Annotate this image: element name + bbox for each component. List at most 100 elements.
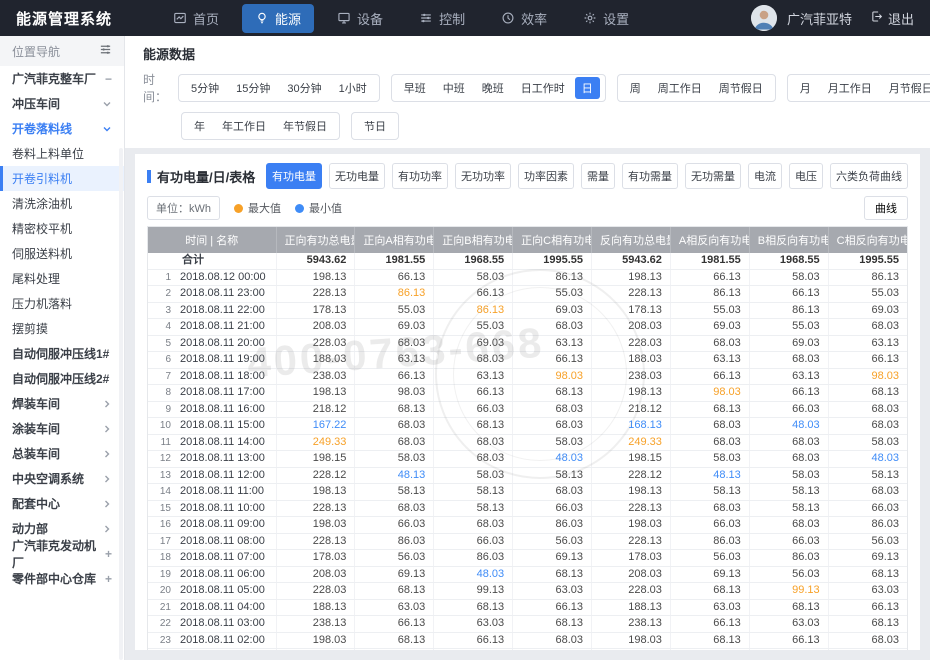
nav-item-efficiency[interactable]: 效率: [488, 4, 560, 33]
filter-option[interactable]: 周: [623, 77, 648, 99]
table-row: 82018.08.11 17:00198.1398.0366.1368.1319…: [148, 385, 907, 402]
value-cell: 63.13: [513, 335, 592, 352]
value-cell: 218.12: [592, 401, 671, 418]
location-sidebar: 位置导航 广汽菲克整车厂−冲压车间开卷落料线卷料上料单位开卷引料机清洗涂油机精密…: [0, 36, 125, 660]
nav-item-label: 设备: [357, 9, 383, 28]
time-cell: 152018.08.11 10:00: [148, 500, 276, 517]
sidebar-item-14[interactable]: 焊装车间: [0, 391, 124, 416]
sidebar-item-13[interactable]: 自动伺服冲压线2#: [0, 366, 124, 391]
filter-option[interactable]: 1小时: [332, 77, 374, 99]
filter-option[interactable]: 年节假日: [276, 115, 334, 137]
metric-button[interactable]: 无功功率: [455, 163, 511, 189]
sidebar-item-8[interactable]: 伺服送料机: [0, 241, 124, 266]
filter-option[interactable]: 周节假日: [712, 77, 770, 99]
row-number: 16: [156, 518, 171, 532]
nav-item-control[interactable]: 控制: [406, 4, 478, 33]
filter-option[interactable]: 月: [793, 77, 818, 99]
curve-button[interactable]: 曲线: [864, 196, 908, 220]
filter-option[interactable]: 节日: [357, 115, 393, 137]
sidebar-item-2[interactable]: 冲压车间: [0, 91, 124, 116]
filter-option[interactable]: 中班: [436, 77, 472, 99]
sidebar-item-12[interactable]: 自动伺服冲压线1#: [0, 341, 124, 366]
user-name[interactable]: 广汽菲亚特: [787, 9, 852, 28]
row-number: 21: [156, 601, 171, 615]
avatar[interactable]: [751, 5, 777, 31]
total-value-cell: 1981.55: [670, 253, 749, 269]
sidebar-item-1[interactable]: 广汽菲克整车厂−: [0, 66, 124, 91]
sidebar-item-label: 中央空调系统: [12, 470, 84, 487]
metric-button[interactable]: 无功电量: [329, 163, 385, 189]
filter-option[interactable]: 日: [575, 77, 600, 99]
sidebar-item-5[interactable]: 开卷引料机: [0, 166, 124, 191]
sidebar-item-4[interactable]: 卷料上料单位: [0, 141, 124, 166]
sidebar-scrollbar[interactable]: [119, 148, 123, 660]
sidebar-item-20[interactable]: 广汽菲克发动机厂+: [0, 541, 124, 566]
sidebar-item-9[interactable]: 尾料处理: [0, 266, 124, 291]
value-cell: 66.13: [434, 286, 513, 303]
filter-option[interactable]: 晚班: [475, 77, 511, 99]
sidebar-item-21[interactable]: 零件部中心仓库+: [0, 566, 124, 591]
value-cell: 58.13: [434, 500, 513, 517]
table-row: 182018.08.11 07:00178.0356.0386.0369.131…: [148, 550, 907, 567]
value-cell: 68.03: [828, 484, 907, 501]
metric-button[interactable]: 电流: [748, 163, 782, 189]
sidebar-item-7[interactable]: 精密校平机: [0, 216, 124, 241]
value-cell: 69.03: [670, 319, 749, 336]
value-cell: 66.13: [749, 385, 828, 402]
column-header: 正向C相有功电量: [513, 227, 592, 253]
time-cell: 232018.08.11 02:00: [148, 632, 276, 649]
row-number: 14: [156, 485, 171, 499]
filter-option[interactable]: 30分钟: [280, 77, 328, 99]
row-number: 5: [156, 337, 171, 351]
filter-option[interactable]: 月工作日: [821, 77, 879, 99]
filter-option[interactable]: 5分钟: [184, 77, 226, 99]
sidebar-tree: 广汽菲克整车厂−冲压车间开卷落料线卷料上料单位开卷引料机清洗涂油机精密校平机伺服…: [0, 66, 124, 591]
table-row: 142018.08.11 11:00198.1358.1358.1368.031…: [148, 484, 907, 501]
row-time: 2018.08.11 15:00: [180, 419, 265, 431]
value-cell: 68.03: [828, 319, 907, 336]
nav-item-energy[interactable]: 能源: [242, 4, 314, 33]
sidebar-item-6[interactable]: 清洗涂油机: [0, 191, 124, 216]
metric-button[interactable]: 六类负荷曲线: [830, 163, 908, 189]
time-cell: 72018.08.11 18:00: [148, 368, 276, 385]
filter-option[interactable]: 15分钟: [229, 77, 277, 99]
sidebar-item-16[interactable]: 总装车间: [0, 441, 124, 466]
sidebar-item-18[interactable]: 配套中心: [0, 491, 124, 516]
sidebar-item-11[interactable]: 摆剪摸: [0, 316, 124, 341]
filter-option[interactable]: 早班: [397, 77, 433, 99]
sidebar-item-3[interactable]: 开卷落料线: [0, 116, 124, 141]
sidebar-item-15[interactable]: 涂装车间: [0, 416, 124, 441]
nav-item-device[interactable]: 设备: [324, 4, 396, 33]
metric-button[interactable]: 有功功率: [392, 163, 448, 189]
sidebar-item-10[interactable]: 压力机落料: [0, 291, 124, 316]
value-cell: 68.13: [828, 566, 907, 583]
settings-icon: [583, 11, 597, 25]
metric-button[interactable]: 无功需量: [685, 163, 741, 189]
metric-button[interactable]: 有功需量: [622, 163, 678, 189]
nav-item-home[interactable]: 首页: [160, 4, 232, 33]
filter-option[interactable]: 周工作日: [651, 77, 709, 99]
value-cell: 58.03: [355, 451, 434, 468]
sidebar-item-17[interactable]: 中央空调系统: [0, 466, 124, 491]
filter-option[interactable]: 月节假日: [882, 77, 930, 99]
metric-button[interactable]: 需量: [581, 163, 615, 189]
value-cell: 66.03: [355, 517, 434, 534]
value-cell: 58.03: [513, 434, 592, 451]
value-cell: 55.03: [434, 319, 513, 336]
metric-button[interactable]: 有功电量: [266, 163, 322, 189]
filter-option[interactable]: 年工作日: [215, 115, 273, 137]
metric-button[interactable]: 功率因素: [518, 163, 574, 189]
logout-button[interactable]: 退出: [870, 9, 914, 28]
nav-item-settings[interactable]: 设置: [570, 4, 642, 33]
value-cell: 66.13: [434, 632, 513, 649]
value-cell: 63.13: [749, 368, 828, 385]
metric-button[interactable]: 电压: [789, 163, 823, 189]
filter-option[interactable]: 年: [187, 115, 212, 137]
filter-option[interactable]: 日工作时: [514, 77, 572, 99]
value-cell: 69.03: [749, 335, 828, 352]
list-filter-icon[interactable]: [99, 43, 112, 59]
total-value-cell: 5943.62: [592, 253, 671, 269]
value-cell: 208.03: [592, 566, 671, 583]
value-cell: 63.03: [670, 599, 749, 616]
filter-panel: 能源数据 时间： 5分钟15分钟30分钟1小时早班中班晚班日工作时日周周工作日周…: [125, 36, 930, 148]
